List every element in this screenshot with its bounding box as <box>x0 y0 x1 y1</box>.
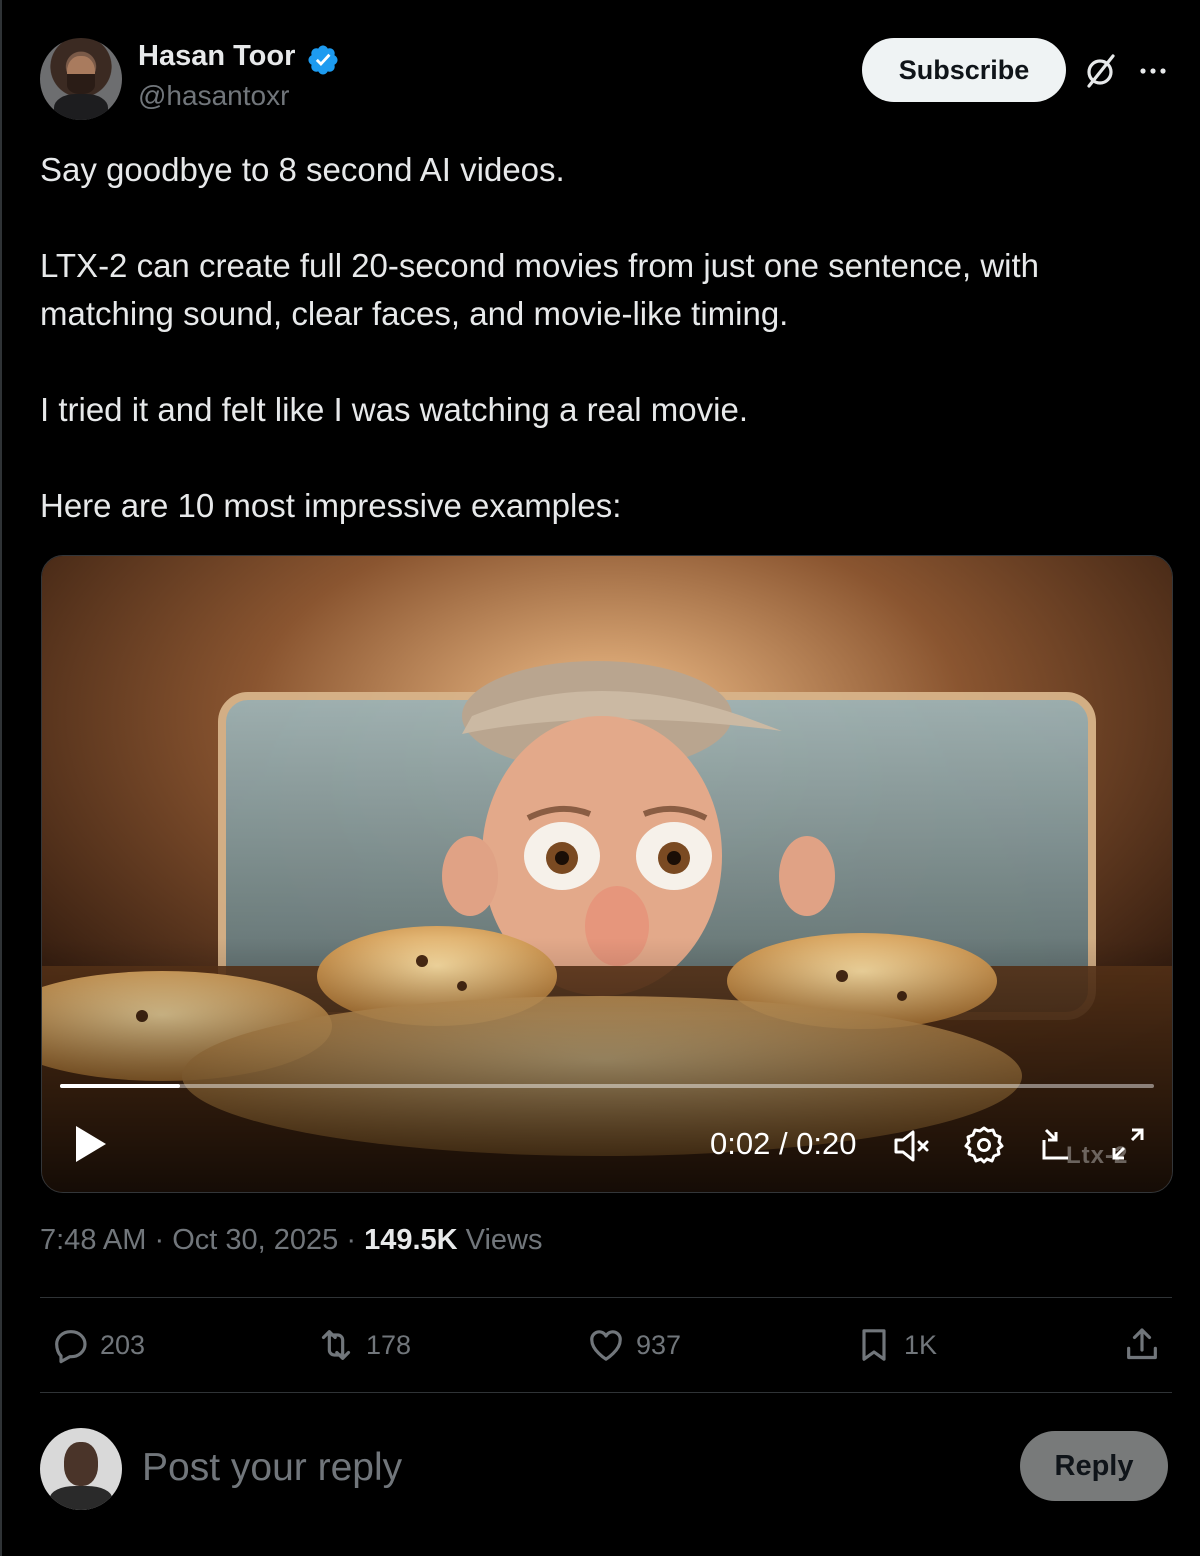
video-time: 0:02 / 0:20 <box>710 1126 857 1161</box>
post-paragraph: LTX-2 can create full 20-second movies f… <box>40 247 1040 332</box>
post-meta: 7:48 AM · Oct 30, 2025 · 149.5K Views <box>40 1224 542 1257</box>
repost-count: 178 <box>366 1329 412 1360</box>
post-text: Say goodbye to 8 second AI videos. LTX-2… <box>40 146 1150 578</box>
mute-icon[interactable] <box>890 1126 934 1166</box>
fullscreen-icon[interactable] <box>1110 1126 1146 1162</box>
current-user-avatar[interactable] <box>40 1428 122 1510</box>
column-border <box>0 0 2 1556</box>
heart-icon <box>590 1330 622 1361</box>
post-date[interactable]: Oct 30, 2025 <box>172 1224 338 1256</box>
author-display-name[interactable]: Hasan Toor <box>138 40 295 73</box>
post-paragraph: I tried it and felt like I was watching … <box>40 391 748 428</box>
share-action[interactable] <box>1122 1322 1172 1368</box>
avatar-face <box>64 1442 98 1486</box>
views-count: 149.5K <box>364 1224 458 1256</box>
subscribe-button[interactable]: Subscribe <box>862 38 1066 102</box>
like-count: 937 <box>636 1329 682 1360</box>
grok-icon[interactable] <box>1084 52 1118 90</box>
bookmark-icon <box>862 1329 886 1361</box>
share-icon <box>1127 1328 1157 1360</box>
reply-button[interactable]: Reply <box>1020 1431 1168 1501</box>
video-progress-fill <box>60 1084 181 1088</box>
more-icon[interactable] <box>1138 56 1168 86</box>
bookmark-count: 1K <box>904 1329 938 1360</box>
avatar-shirt <box>50 1486 112 1510</box>
repost-icon <box>321 1330 351 1360</box>
verified-badge-icon <box>308 45 338 75</box>
post-paragraph: Say goodbye to 8 second AI videos. <box>40 151 565 188</box>
bookmark-action[interactable]: 1K <box>854 1322 937 1368</box>
video-player[interactable]: 0:02 / 0:20 Ltx-2 <box>41 555 1173 1193</box>
video-frame <box>42 556 1172 1192</box>
views-label: Views <box>465 1224 543 1256</box>
divider <box>40 1297 1172 1298</box>
reply-icon <box>55 1330 87 1364</box>
post-time[interactable]: 7:48 AM <box>40 1224 146 1256</box>
divider <box>40 1392 1172 1393</box>
author-avatar[interactable] <box>40 38 122 120</box>
avatar-shirt <box>54 94 108 120</box>
repost-action[interactable]: 178 <box>316 1322 411 1368</box>
reply-input[interactable] <box>142 1440 982 1496</box>
author-handle[interactable]: @hasantoxr <box>138 80 289 112</box>
reply-count: 203 <box>100 1329 146 1360</box>
like-action[interactable]: 937 <box>586 1322 681 1368</box>
video-progress-bar[interactable] <box>60 1084 1154 1088</box>
avatar-beard <box>67 74 95 94</box>
play-icon[interactable] <box>70 1122 110 1166</box>
meta-separator: · <box>346 1224 356 1256</box>
post-paragraph: Here are 10 most impressive examples: <box>40 487 622 524</box>
meta-separator: · <box>154 1224 165 1256</box>
gear-icon[interactable] <box>964 1124 1004 1164</box>
reply-action[interactable]: 203 <box>50 1322 145 1368</box>
